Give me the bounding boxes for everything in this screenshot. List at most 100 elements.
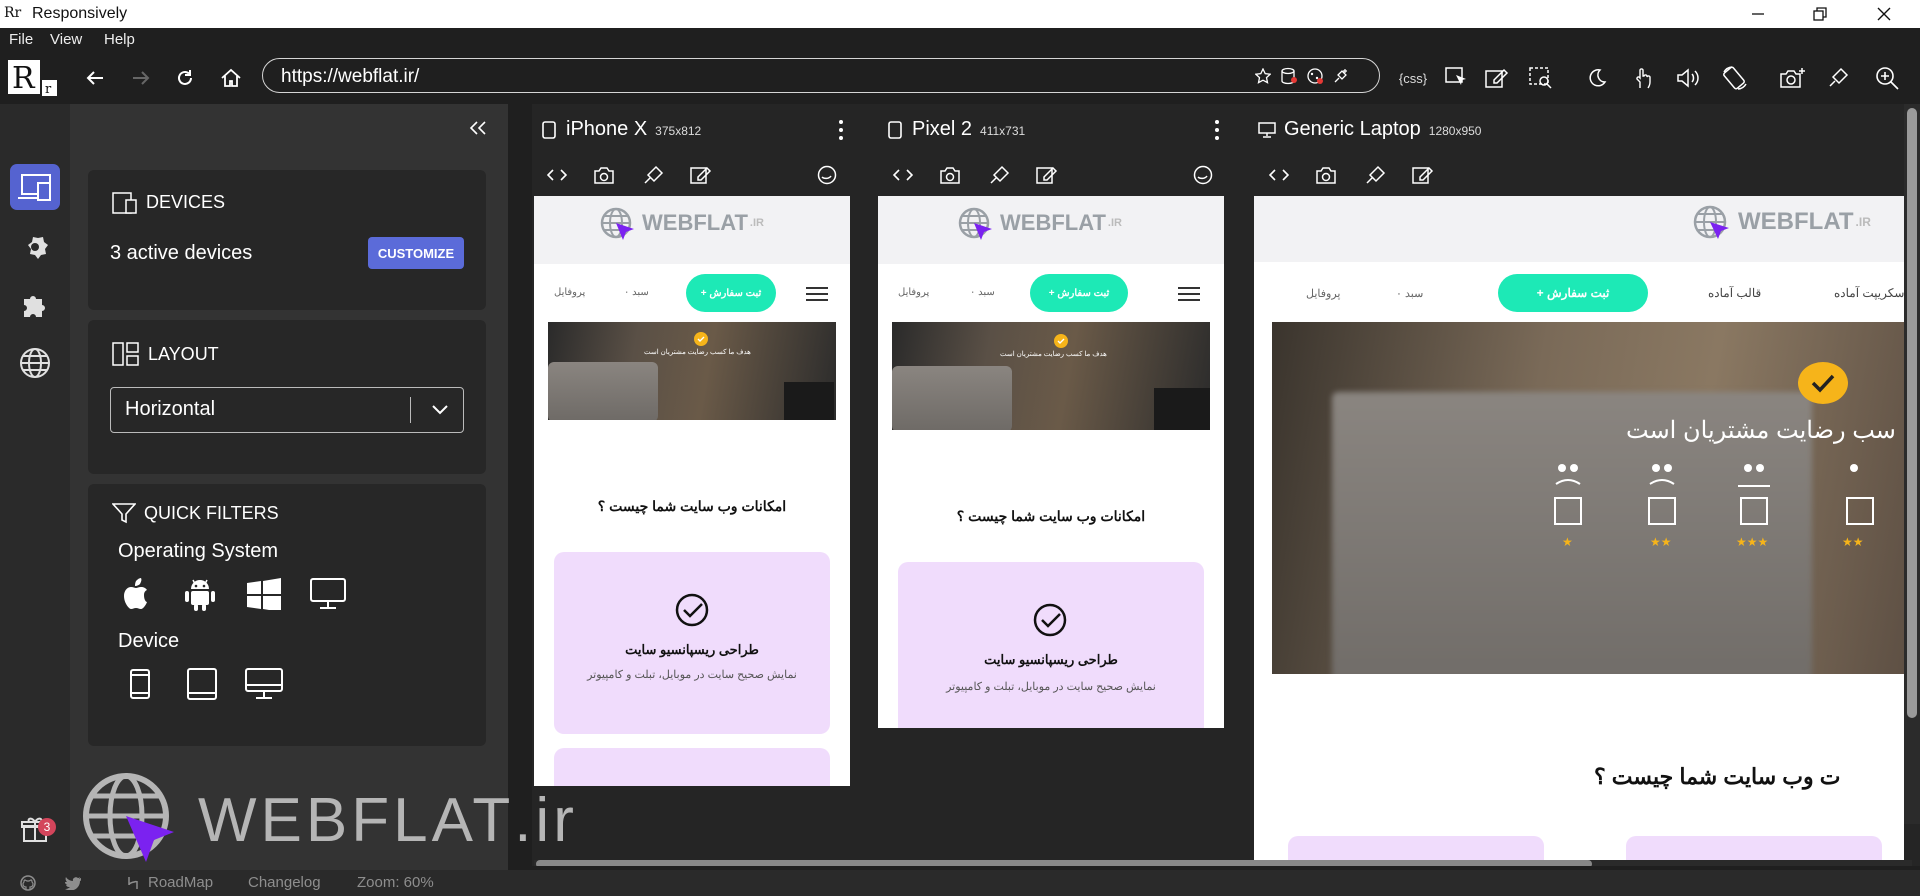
menu-file[interactable]: File [9, 31, 33, 48]
horizontal-scroll-thumb[interactable] [536, 860, 1592, 866]
mute-button[interactable] [1672, 61, 1706, 95]
feature-card: طراحی ریسپانسیو سایت نمایش صحیح سایت در … [898, 562, 1204, 728]
menu-view[interactable]: View [50, 31, 82, 48]
pin-button[interactable] [1331, 66, 1351, 86]
rotate-button[interactable] [1718, 61, 1752, 95]
collapse-sidebar-icon[interactable] [468, 120, 488, 136]
contrast-icon [1193, 165, 1213, 185]
minimize-icon [1752, 13, 1764, 15]
menu-help[interactable]: Help [104, 31, 135, 48]
cart-link[interactable]: سبد ۰ [624, 287, 649, 298]
clear-cookies-button[interactable] [1305, 66, 1325, 86]
back-button[interactable] [78, 61, 112, 95]
twitter-icon[interactable] [64, 876, 82, 890]
preview-area: iPhone X 375x812 WEBFLAT .IR + ثبت سفارش … [532, 104, 1920, 866]
rail-browser-button[interactable] [10, 340, 60, 386]
filter-desktop[interactable] [244, 664, 284, 704]
device-screenshot-button[interactable] [590, 160, 620, 190]
forward-button[interactable] [124, 61, 158, 95]
device-screenshot-button[interactable] [1312, 160, 1342, 190]
device-dark-toggle[interactable] [1188, 160, 1218, 190]
order-button[interactable]: + ثبت سفارش [1498, 274, 1648, 312]
restore-button[interactable] [1800, 2, 1840, 26]
device-designer-button[interactable] [984, 160, 1014, 190]
hero-banner: هدف ما کسب رضایت مشتریان است [892, 322, 1210, 430]
profile-link[interactable]: پروفایل [554, 287, 585, 298]
view-source-button[interactable] [542, 160, 572, 190]
select-divider [410, 397, 411, 423]
horizontal-scrollbar[interactable] [534, 860, 1912, 866]
contrast-icon [817, 165, 837, 185]
screenshot-region-button[interactable] [1524, 61, 1558, 95]
gear-icon [28, 234, 48, 259]
title-bar: Rr Responsively [0, 0, 1920, 28]
layout-select[interactable]: Horizontal [110, 387, 464, 433]
device-screenshot-button[interactable] [936, 160, 966, 190]
menu-bar: File View Help [0, 28, 1920, 52]
roadmap-link[interactable]: RoadMap [148, 874, 213, 891]
device-designer-button[interactable] [1360, 160, 1390, 190]
rail-extensions-button[interactable] [10, 282, 60, 328]
device-resolution: 375x812 [655, 124, 702, 138]
edit-icon [1485, 68, 1509, 88]
device-designer-button[interactable] [638, 160, 668, 190]
designer-tool-button[interactable] [1822, 61, 1856, 95]
code-icon [1269, 169, 1289, 181]
css-button[interactable]: {css} [1394, 61, 1432, 95]
profile-link[interactable]: پروفایل [1306, 287, 1340, 300]
screenshot-button[interactable] [1776, 61, 1810, 95]
order-button[interactable]: + ثبت سفارش [1030, 274, 1128, 312]
vertical-scroll-thumb[interactable] [1907, 108, 1917, 718]
nav-scripts[interactable]: اسکریپت آماده [1834, 286, 1904, 300]
bookmark-button[interactable] [1253, 66, 1273, 86]
feature-card: طراحی ریسپانسیو سایت نمایش صحیح سایت در … [554, 552, 830, 734]
address-bar[interactable]: https://webflat.ir/ [262, 58, 1380, 93]
device-edit-button[interactable] [1032, 160, 1062, 190]
reload-button[interactable] [168, 61, 202, 95]
device-menu-button[interactable] [1212, 120, 1222, 140]
edit-button[interactable] [1480, 61, 1514, 95]
home-button[interactable] [214, 61, 248, 95]
filter-android[interactable] [180, 574, 220, 614]
filter-phone[interactable] [120, 664, 160, 704]
active-devices-count: 3 active devices [110, 242, 253, 264]
vertical-scrollbar[interactable] [1904, 104, 1920, 824]
github-icon[interactable] [20, 875, 36, 891]
filter-apple[interactable] [118, 574, 158, 614]
clear-storage-button[interactable] [1279, 66, 1299, 86]
filter-desktop-os[interactable] [308, 574, 348, 614]
customize-button[interactable]: CUSTOMIZE [368, 237, 464, 269]
device-edit-button[interactable] [686, 160, 716, 190]
device-manager-panel: DEVICES 3 active devices CUSTOMIZE LAYOU… [70, 104, 508, 870]
profile-link[interactable]: پروفایل [898, 287, 929, 298]
changelog-link[interactable]: Changelog [248, 874, 321, 891]
view-source-button[interactable] [1264, 160, 1294, 190]
cookie-icon [1307, 68, 1323, 84]
cart-link[interactable]: سبد ۰ [1396, 287, 1423, 300]
device-dark-toggle[interactable] [812, 160, 842, 190]
view-source-button[interactable] [888, 160, 918, 190]
close-button[interactable] [1864, 2, 1904, 26]
zoom-button[interactable] [1870, 61, 1904, 95]
monitor-icon [310, 578, 346, 609]
hero-banner: هدف ما کسب رضایت مشتریان است [548, 322, 836, 420]
hamburger-icon[interactable] [1178, 286, 1200, 302]
cart-link[interactable]: سبد ۰ [970, 287, 995, 298]
inspect-button[interactable] [1440, 61, 1474, 95]
device-menu-button[interactable] [836, 120, 846, 140]
designer-tool-icon [1829, 67, 1849, 87]
order-button[interactable]: + ثبت سفارش [686, 274, 776, 312]
filter-tablet[interactable] [182, 664, 222, 704]
address-url[interactable]: https://webflat.ir/ [281, 66, 419, 88]
rail-settings-button[interactable] [10, 224, 60, 270]
hamburger-icon[interactable] [806, 286, 828, 302]
pin-icon [1334, 69, 1347, 83]
filter-windows[interactable] [244, 574, 284, 614]
minimize-button[interactable] [1738, 2, 1778, 26]
rail-devices-button[interactable] [10, 164, 60, 210]
desktop-icon [245, 668, 283, 699]
dark-mode-button[interactable] [1580, 61, 1614, 95]
touch-button[interactable] [1626, 61, 1660, 95]
device-edit-button[interactable] [1408, 160, 1438, 190]
nav-templates[interactable]: قالب آماده [1708, 286, 1761, 300]
